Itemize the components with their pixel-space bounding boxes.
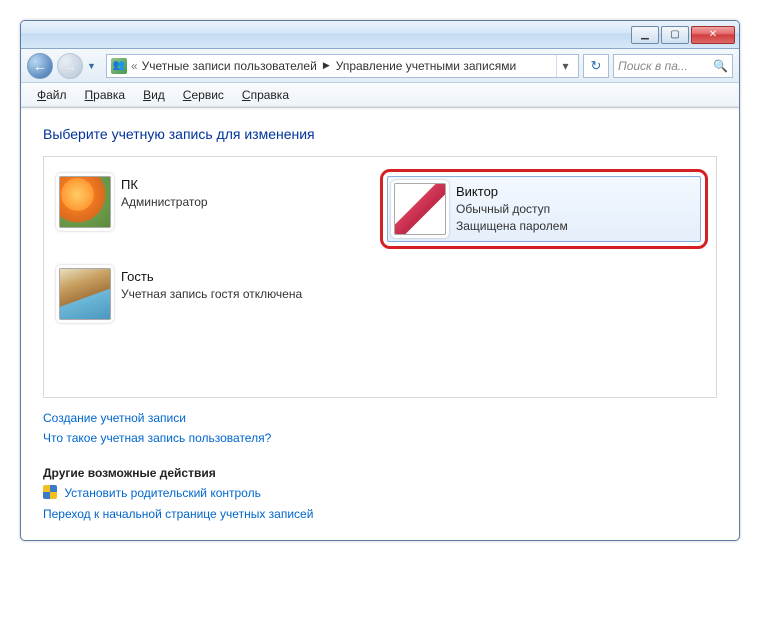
account-status: Защищена паролем	[456, 218, 568, 235]
breadcrumb-item-manage[interactable]: Управление учетными записями	[336, 59, 516, 73]
back-arrow-icon: ←	[33, 58, 47, 74]
link-what-is-account[interactable]: Что такое учетная запись пользователя?	[43, 431, 271, 445]
content-area: Выберите учетную запись для изменения ПК…	[21, 110, 739, 540]
maximize-button[interactable]: ▢	[661, 26, 689, 44]
menu-file[interactable]: Файл	[29, 86, 75, 104]
control-panel-window: ▁ ▢ ✕ ← → ▼ 👥 « Учетные записи пользоват…	[20, 20, 740, 541]
search-icon: 🔍	[713, 59, 728, 73]
close-button[interactable]: ✕	[691, 26, 735, 44]
account-status: Учетная запись гостя отключена	[121, 286, 302, 303]
menu-help[interactable]: Справка	[234, 86, 297, 104]
refresh-icon: ↻	[591, 58, 602, 74]
account-role: Обычный доступ	[456, 201, 568, 218]
back-button[interactable]: ←	[27, 53, 53, 79]
search-placeholder: Поиск в па...	[618, 59, 688, 73]
action-links: Создание учетной записи Что такое учетна…	[43, 408, 717, 524]
menu-edit[interactable]: Правка	[77, 86, 134, 104]
address-dropdown-button[interactable]: ▾	[556, 55, 574, 77]
account-tile-guest[interactable]: Гость Учетная запись гостя отключена	[52, 261, 380, 327]
other-actions-heading: Другие возможные действия	[43, 463, 717, 483]
account-role: Администратор	[121, 194, 208, 211]
account-tile-pk[interactable]: ПК Администратор	[52, 169, 380, 249]
page-heading: Выберите учетную запись для изменения	[43, 126, 717, 142]
nav-bar: ← → ▼ 👥 « Учетные записи пользователей ▶…	[21, 49, 739, 83]
shield-icon	[43, 485, 57, 499]
minimize-button[interactable]: ▁	[631, 26, 659, 44]
search-input[interactable]: Поиск в па... 🔍	[613, 54, 733, 78]
address-bar[interactable]: 👥 « Учетные записи пользователей ▶ Управ…	[106, 54, 579, 78]
forward-arrow-icon: →	[63, 58, 77, 74]
user-accounts-icon: 👥	[111, 58, 127, 74]
avatar-origami-icon	[394, 183, 446, 235]
highlight-callout: Виктор Обычный доступ Защищена паролем	[380, 169, 708, 249]
link-accounts-home[interactable]: Переход к начальной странице учетных зап…	[43, 507, 313, 521]
account-tile-viktor[interactable]: Виктор Обычный доступ Защищена паролем	[387, 176, 701, 242]
account-name: ПК	[121, 176, 208, 194]
link-create-account[interactable]: Создание учетной записи	[43, 411, 186, 425]
forward-button[interactable]: →	[57, 53, 83, 79]
menu-tools[interactable]: Сервис	[175, 86, 232, 104]
account-name: Гость	[121, 268, 302, 286]
menu-view[interactable]: Вид	[135, 86, 173, 104]
chevron-right-icon: ▶	[323, 60, 330, 71]
link-parental-controls[interactable]: Установить родительский контроль	[64, 486, 261, 500]
breadcrumb-prefix: «	[131, 59, 138, 73]
refresh-button[interactable]: ↻	[583, 54, 609, 78]
avatar-suitcase-icon	[59, 268, 111, 320]
breadcrumb-item-accounts[interactable]: Учетные записи пользователей	[142, 59, 317, 73]
title-bar: ▁ ▢ ✕	[21, 21, 739, 49]
avatar-flower-icon	[59, 176, 111, 228]
history-dropdown-icon[interactable]: ▼	[87, 61, 96, 71]
account-name: Виктор	[456, 183, 568, 201]
menu-bar: Файл Правка Вид Сервис Справка	[21, 83, 739, 107]
accounts-grid: ПК Администратор Виктор Обычный доступ З…	[43, 156, 717, 398]
